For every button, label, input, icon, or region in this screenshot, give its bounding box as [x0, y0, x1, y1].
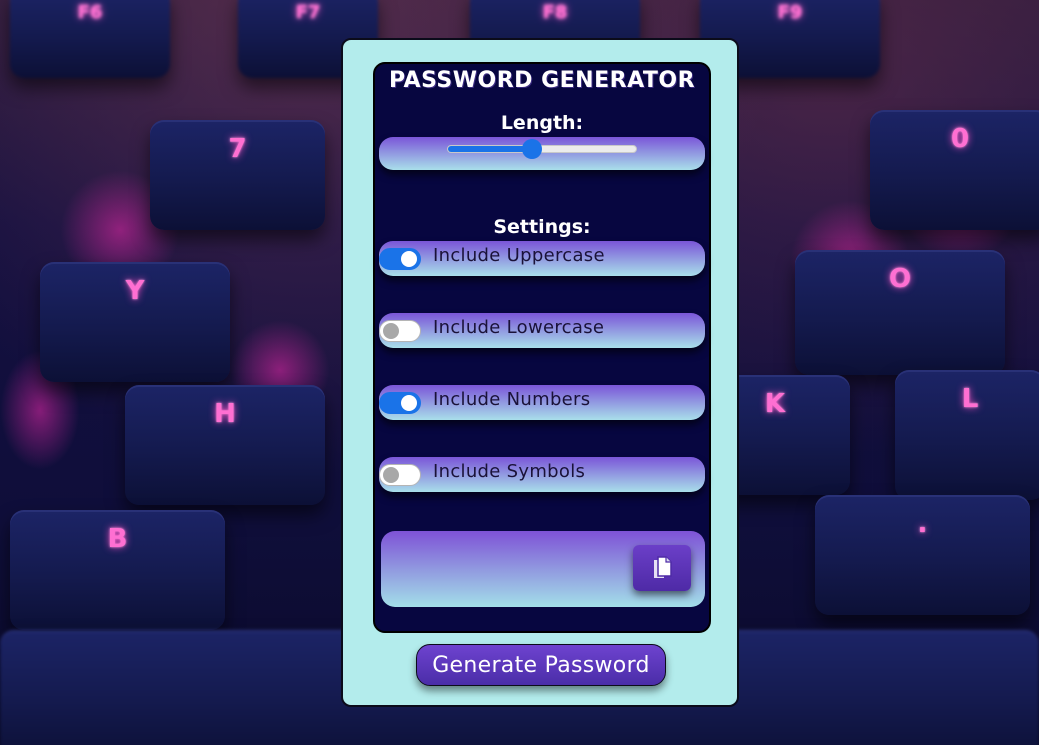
toggle-knob [383, 323, 399, 339]
uppercase-label: Include Uppercase [433, 245, 605, 266]
key-f6: F6 [10, 0, 170, 78]
option-numbers[interactable]: Include Numbers [379, 385, 705, 420]
toggle-knob [383, 467, 399, 483]
uppercase-toggle[interactable] [379, 248, 421, 270]
key-h: H [125, 385, 325, 505]
key-period: . [815, 495, 1030, 615]
copy-button[interactable] [633, 545, 691, 591]
generator-card: PASSWORD GENERATOR Length: Settings: Inc… [341, 38, 739, 707]
app-title: PASSWORD GENERATOR [388, 68, 696, 93]
length-slider-fill [448, 146, 532, 152]
key-l: L [895, 370, 1039, 500]
generate-password-button[interactable]: Generate Password [416, 644, 666, 686]
key-7: 7 [150, 120, 325, 230]
settings-label: Settings: [493, 216, 591, 238]
numbers-toggle[interactable] [379, 392, 421, 414]
length-slider[interactable] [447, 139, 637, 159]
numbers-label: Include Numbers [433, 389, 591, 410]
lowercase-toggle[interactable] [379, 320, 421, 342]
option-lowercase[interactable]: Include Lowercase [379, 313, 705, 348]
password-output[interactable] [381, 531, 705, 607]
copy-icon [654, 556, 672, 578]
key-o: O [795, 250, 1005, 375]
key-y: Y [40, 262, 230, 382]
option-symbols[interactable]: Include Symbols [379, 457, 705, 492]
length-label: Length: [500, 112, 584, 134]
symbols-toggle[interactable] [379, 464, 421, 486]
toggle-knob [401, 251, 417, 267]
key-0: 0 [870, 110, 1039, 230]
generator-panel: PASSWORD GENERATOR Length: Settings: Inc… [373, 62, 711, 633]
toggle-knob [401, 395, 417, 411]
key-b: B [10, 510, 225, 630]
option-uppercase[interactable]: Include Uppercase [379, 241, 705, 276]
lowercase-label: Include Lowercase [433, 317, 605, 338]
length-slider-container [379, 137, 705, 170]
symbols-label: Include Symbols [433, 461, 586, 482]
length-slider-thumb[interactable] [521, 139, 542, 159]
